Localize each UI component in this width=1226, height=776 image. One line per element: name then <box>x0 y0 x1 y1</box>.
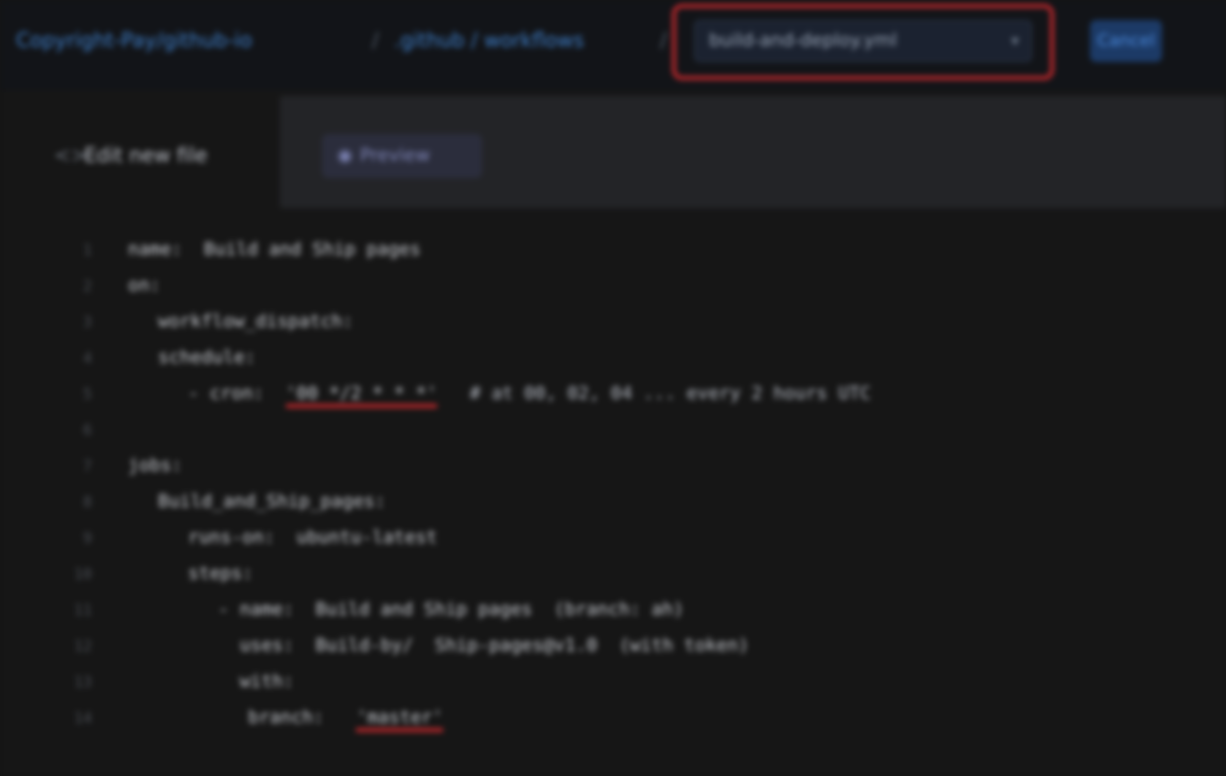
line-content: workflow_dispatch: <box>158 311 354 332</box>
filename-input[interactable]: build-and-deploy.yml ▾ <box>694 20 1032 62</box>
code-line[interactable]: 7 jobs: <box>0 448 1226 484</box>
line-number: 12 <box>73 637 92 655</box>
line-content: schedule: <box>158 347 256 368</box>
breadcrumb-repo-link[interactable]: Copyright-Pay/github-io <box>16 22 356 58</box>
code-line[interactable]: 8 Build_and_Ship_pages: <box>0 484 1226 520</box>
line-content: branch: 'master' <box>248 700 444 736</box>
line-content: with: <box>218 671 294 692</box>
code-token: # at 00, 02, 04 ... every 2 hours UTC <box>437 383 871 404</box>
line-number: 1 <box>82 241 92 259</box>
code-editor[interactable]: 1 name: Build and Ship pages 2 on: 3 workflow… <box>0 212 1226 776</box>
github-file-editor: Copyright-Pay/github-io / .github / work… <box>0 0 1226 776</box>
line-number: 7 <box>82 457 92 475</box>
code-line[interactable]: 2 on: <box>0 268 1226 304</box>
code-icon: <> <box>54 143 88 167</box>
tab-edit-label: Edit new file <box>84 143 208 167</box>
error-underlined-token: '00 */2 * * *' <box>285 383 438 408</box>
breadcrumb-bar: Copyright-Pay/github-io / .github / work… <box>0 0 1226 90</box>
line-content: name: Build and Ship pages <box>128 239 421 260</box>
tab-preview-label: Preview <box>360 145 431 166</box>
line-number: 5 <box>82 385 92 403</box>
line-number: 3 <box>82 313 92 331</box>
line-number: 14 <box>73 709 92 727</box>
code-line[interactable]: 11 - name: Build and Ship pages (branch: … <box>0 592 1226 628</box>
line-content: Build_and_Ship_pages: <box>158 491 386 512</box>
line-content: jobs: <box>128 455 183 476</box>
line-number: 6 <box>82 421 92 439</box>
code-line[interactable]: 3 workflow_dispatch: <box>0 304 1226 340</box>
line-number: 2 <box>82 277 92 295</box>
code-line[interactable]: 13 with: <box>0 664 1226 700</box>
line-number: 13 <box>73 673 92 691</box>
error-underlined-token: 'master' <box>356 707 444 732</box>
line-content: - cron: '00 */2 * * *' # at 00, 02, 04 .… <box>188 376 871 412</box>
code-token: - cron: <box>188 383 286 404</box>
code-line[interactable]: 14 branch: 'master' <box>0 700 1226 736</box>
breadcrumb-separator: / <box>660 28 667 52</box>
line-number: 10 <box>73 565 92 583</box>
code-line[interactable]: 5 - cron: '00 */2 * * *' # at 00, 02, 04 … <box>0 376 1226 412</box>
code-line[interactable]: 4 schedule: <box>0 340 1226 376</box>
line-number: 4 <box>82 349 92 367</box>
line-content: - name: Build and Ship pages (branch: ah… <box>218 599 684 620</box>
code-line[interactable]: 6 <box>0 412 1226 448</box>
line-content: runs-on: ubuntu-latest <box>188 527 438 548</box>
line-number: 8 <box>82 493 92 511</box>
line-number: 9 <box>82 529 92 547</box>
cancel-button[interactable]: Cancel <box>1090 20 1162 62</box>
code-line[interactable]: 12 uses: Build-by/ Ship-pages@v1.0 (with… <box>0 628 1226 664</box>
line-content: uses: Build-by/ Ship-pages@v1.0 (with to… <box>218 635 750 656</box>
tab-preview[interactable]: ◉ Preview <box>322 134 482 178</box>
code-token: branch: <box>248 707 357 728</box>
line-content: steps: <box>188 563 254 584</box>
filename-text: build-and-deploy.yml <box>709 30 898 51</box>
tab-edit[interactable]: <>Edit new file <box>40 112 280 208</box>
code-line[interactable]: 10 steps: <box>0 556 1226 592</box>
line-content: on: <box>128 275 161 296</box>
code-line[interactable]: 1 name: Build and Ship pages <box>0 232 1226 268</box>
line-number: 11 <box>73 601 92 619</box>
breadcrumb-separator: / <box>372 28 379 52</box>
breadcrumb-path-link[interactable]: .github / workflows <box>394 22 654 58</box>
eye-icon: ◉ <box>337 145 353 166</box>
code-line[interactable]: 9 runs-on: ubuntu-latest <box>0 520 1226 556</box>
chevron-down-icon: ▾ <box>1010 31 1019 50</box>
